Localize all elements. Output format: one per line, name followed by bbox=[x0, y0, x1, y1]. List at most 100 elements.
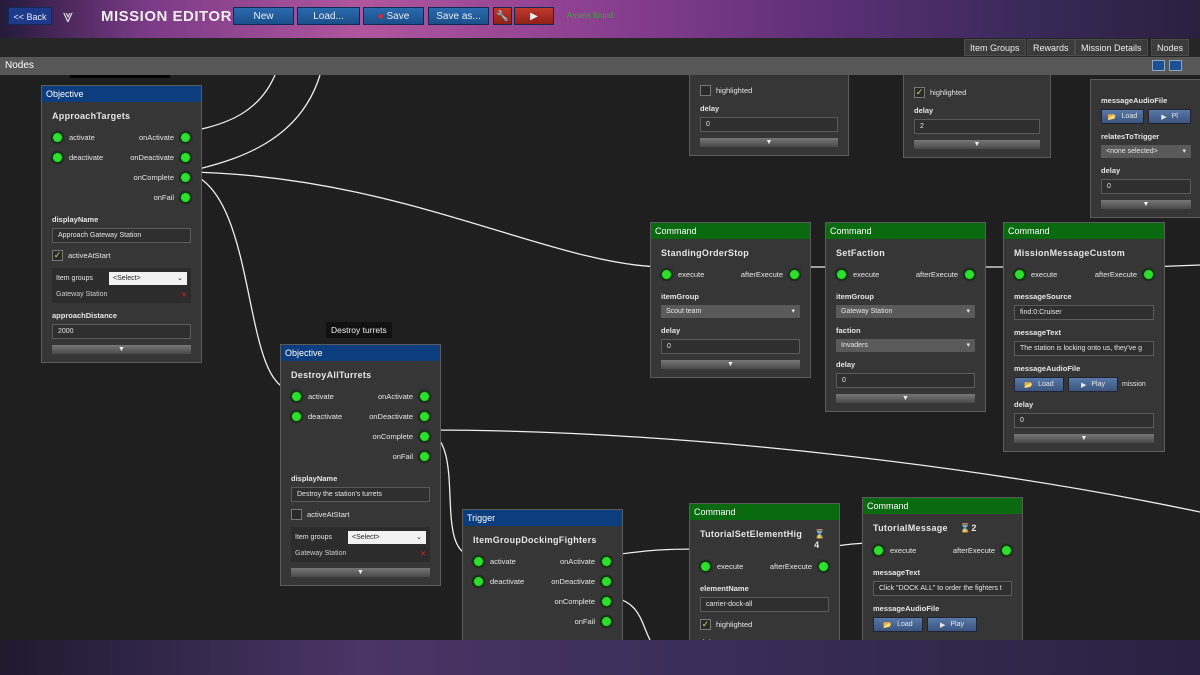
checkbox-checked-icon[interactable]: ✓ bbox=[700, 619, 711, 630]
input-port[interactable]: execute bbox=[700, 560, 743, 572]
expand-button[interactable]: ▼ bbox=[700, 138, 838, 147]
tab-item-groups[interactable]: Item Groups bbox=[964, 39, 1026, 56]
port-icon[interactable] bbox=[873, 544, 884, 556]
expand-button[interactable]: ▼ bbox=[291, 568, 430, 577]
output-port[interactable]: afterExecute bbox=[770, 560, 829, 572]
tab-mission-details[interactable]: Mission Details bbox=[1075, 39, 1148, 56]
input-port[interactable]: execute bbox=[873, 544, 916, 556]
output-port[interactable]: onActivate bbox=[560, 555, 612, 567]
load-button[interactable]: Load... bbox=[297, 7, 360, 25]
node-tutorialsetelementhig[interactable]: Command TutorialSetElementHig ⌛4 execute aft… bbox=[689, 503, 840, 640]
checkbox-row[interactable]: highlighted bbox=[700, 85, 838, 96]
remove-icon[interactable]: ✕ bbox=[181, 291, 187, 299]
item-groups-select[interactable]: <Select> ⌄ bbox=[348, 531, 426, 544]
play-button[interactable]: ▶ bbox=[514, 7, 554, 25]
port-icon[interactable] bbox=[661, 268, 672, 280]
port-icon[interactable] bbox=[291, 390, 302, 402]
output-port[interactable]: onComplete bbox=[134, 171, 191, 183]
port-icon[interactable] bbox=[836, 268, 847, 280]
dropdown[interactable]: <none selected> ▾ bbox=[1101, 145, 1191, 158]
checkbox-row[interactable]: ✓ highlighted bbox=[914, 87, 1040, 98]
port-icon[interactable] bbox=[1014, 268, 1025, 280]
expand-button[interactable]: ▼ bbox=[1101, 200, 1191, 209]
output-port[interactable]: onDeactivate bbox=[369, 410, 430, 422]
node-destroyallturrets[interactable]: Objective DestroyAllTurrets activate onActi… bbox=[280, 344, 441, 586]
port-icon[interactable] bbox=[964, 268, 975, 280]
port-icon[interactable] bbox=[601, 575, 612, 587]
input-port[interactable]: deactivate bbox=[52, 151, 103, 163]
play-audio-button[interactable]: ▶ Play bbox=[927, 617, 977, 632]
text-input[interactable]: 2000 bbox=[52, 324, 191, 339]
text-input[interactable]: 2 bbox=[914, 119, 1040, 134]
expand-button[interactable]: ▼ bbox=[661, 360, 800, 369]
output-port[interactable]: onActivate bbox=[139, 131, 191, 143]
save-as-button[interactable]: Save as... bbox=[428, 7, 489, 25]
text-input[interactable]: Destroy the station's turrets bbox=[291, 487, 430, 502]
remove-icon[interactable]: ✕ bbox=[420, 550, 426, 558]
input-port[interactable]: execute bbox=[1014, 268, 1057, 280]
port-icon[interactable] bbox=[180, 131, 191, 143]
load-audio-button[interactable]: 📂 Load bbox=[1014, 377, 1064, 392]
port-icon[interactable] bbox=[180, 151, 191, 163]
port-icon[interactable] bbox=[419, 430, 430, 442]
port-icon[interactable] bbox=[1143, 268, 1154, 280]
output-port[interactable]: onDeactivate bbox=[551, 575, 612, 587]
node-canvas[interactable]: Destroy turrets Objective ApproachTargets… bbox=[0, 75, 1200, 640]
expand-button[interactable]: ▼ bbox=[836, 394, 975, 403]
load-audio-button[interactable]: 📂 Load bbox=[873, 617, 923, 632]
dropdown[interactable]: Scout team ▾ bbox=[661, 305, 800, 318]
port-icon[interactable] bbox=[473, 555, 484, 567]
output-port[interactable]: onComplete bbox=[555, 595, 612, 607]
load-audio-button[interactable]: 📂 Load bbox=[1101, 109, 1144, 124]
text-input[interactable]: 0 bbox=[661, 339, 800, 354]
input-port[interactable]: activate bbox=[291, 390, 334, 402]
input-port[interactable]: execute bbox=[836, 268, 879, 280]
node-missionmessagecustom[interactable]: Command MissionMessageCustom execute afterE… bbox=[1003, 222, 1165, 452]
text-input[interactable]: 0 bbox=[700, 117, 838, 132]
output-port[interactable]: onFail bbox=[154, 191, 191, 203]
node-tutorialmessage[interactable]: Command TutorialMessage ⌛2 execute afterExec… bbox=[862, 497, 1023, 640]
expand-button[interactable]: ▼ bbox=[1014, 434, 1154, 443]
node-setfaction[interactable]: Command SetFaction execute afterExecute item… bbox=[825, 222, 986, 412]
checkbox-row[interactable]: ✓ highlighted bbox=[700, 619, 829, 630]
text-input[interactable]: The station is locking onto us, they've … bbox=[1014, 341, 1154, 356]
text-input[interactable]: 0 bbox=[1014, 413, 1154, 428]
tab-nodes[interactable]: Nodes bbox=[1151, 39, 1190, 56]
expand-button[interactable]: ▼ bbox=[52, 345, 191, 354]
maximize-button[interactable] bbox=[1169, 60, 1182, 71]
text-input[interactable]: Approach Gateway Station bbox=[52, 228, 191, 243]
output-port[interactable]: onFail bbox=[575, 615, 612, 627]
input-port[interactable]: deactivate bbox=[291, 410, 342, 422]
output-port[interactable]: onActivate bbox=[378, 390, 430, 402]
port-icon[interactable] bbox=[601, 555, 612, 567]
text-input[interactable]: find:0:Cruiser bbox=[1014, 305, 1154, 320]
expand-button[interactable]: ▼ bbox=[914, 140, 1040, 149]
output-port[interactable]: afterExecute bbox=[741, 268, 800, 280]
text-input[interactable]: 0 bbox=[836, 373, 975, 388]
text-input[interactable]: carrier-dock-all bbox=[700, 597, 829, 612]
wrench-button[interactable]: 🔧 bbox=[493, 7, 512, 25]
back-button[interactable]: << Back bbox=[8, 7, 52, 25]
port-icon[interactable] bbox=[601, 595, 612, 607]
node-partial[interactable]: highlighted delay 0 ▼ bbox=[689, 75, 849, 156]
port-icon[interactable] bbox=[419, 390, 430, 402]
input-port[interactable]: deactivate bbox=[473, 575, 524, 587]
checkbox-row[interactable]: activeAtStart bbox=[291, 509, 430, 520]
output-port[interactable]: onDeactivate bbox=[130, 151, 191, 163]
port-icon[interactable] bbox=[180, 171, 191, 183]
node-approachtargets[interactable]: Objective ApproachTargets activate onActiva… bbox=[41, 85, 202, 363]
output-port[interactable]: afterExecute bbox=[1095, 268, 1154, 280]
output-port[interactable]: onComplete bbox=[373, 430, 430, 442]
dropdown[interactable]: Invaders ▾ bbox=[836, 339, 975, 352]
play-audio-button[interactable]: ▶ Play bbox=[1068, 377, 1118, 392]
checkbox-row[interactable]: ✓ activeAtStart bbox=[52, 250, 191, 261]
port-icon[interactable] bbox=[52, 131, 63, 143]
port-icon[interactable] bbox=[700, 560, 711, 572]
text-input[interactable]: 0 bbox=[1101, 179, 1191, 194]
port-icon[interactable] bbox=[419, 410, 430, 422]
port-icon[interactable] bbox=[601, 615, 612, 627]
text-input[interactable]: Click "DOCK ALL" to order the fighters t bbox=[873, 581, 1012, 596]
port-icon[interactable] bbox=[789, 268, 800, 280]
port-icon[interactable] bbox=[419, 450, 430, 462]
dropdown[interactable]: Gateway Station ▾ bbox=[836, 305, 975, 318]
